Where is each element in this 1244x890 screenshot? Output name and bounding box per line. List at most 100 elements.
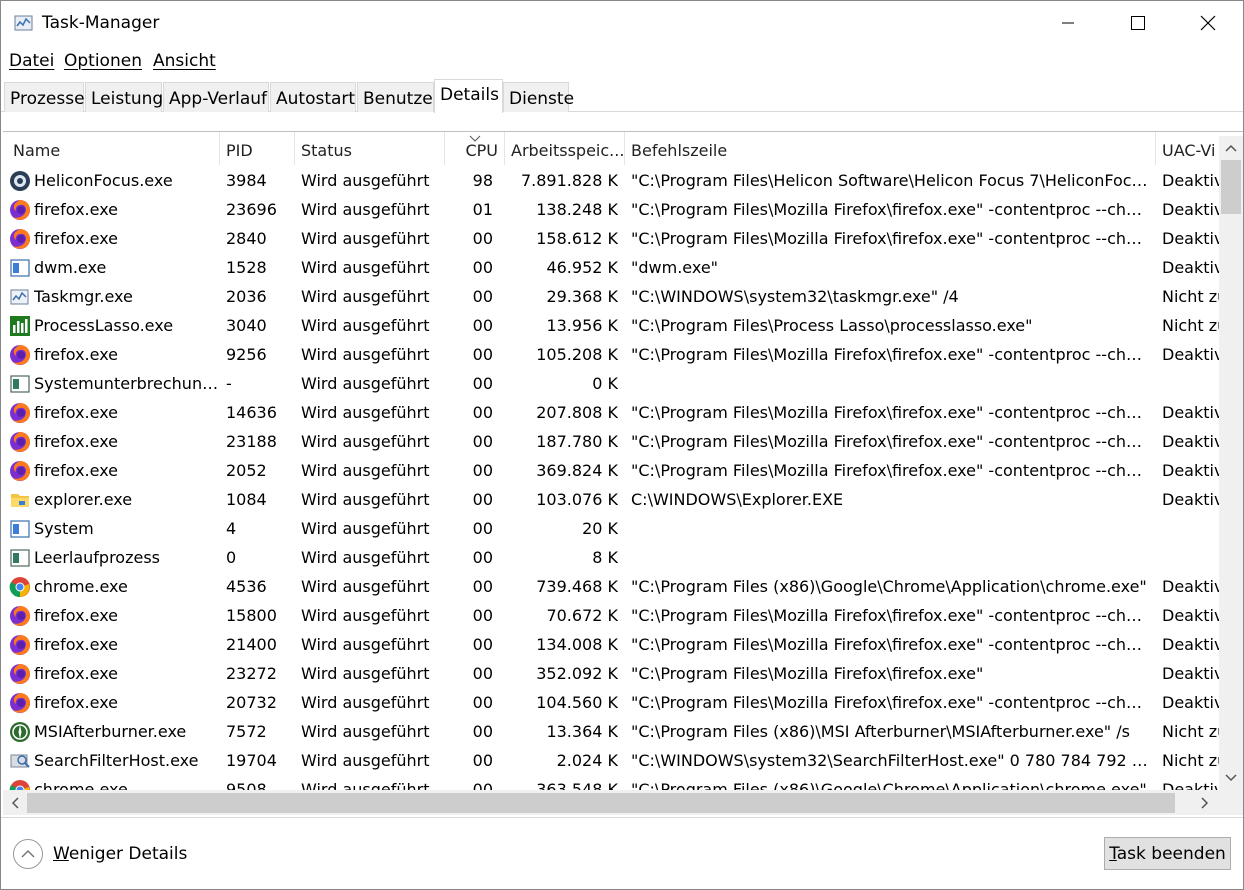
process-status: Wird ausgeführt [301, 780, 430, 790]
process-uac-virtualization: Nicht zulässig [1162, 722, 1219, 741]
column-header-status[interactable]: Status [295, 132, 445, 165]
process-command-line: "C:\Program Files\Mozilla Firefox\firefo… [631, 345, 1151, 364]
process-memory: 29.368 K [546, 287, 618, 306]
tab-app-verlauf[interactable]: App-Verlauf [163, 82, 269, 112]
table-header: Name PID Status CPU Arbeitsspeic... Befe… [3, 132, 1219, 165]
column-header-name[interactable]: Name [3, 132, 220, 165]
scroll-left-button[interactable] [5, 793, 25, 813]
chevron-up-icon [1225, 144, 1237, 152]
process-memory: 0 K [592, 374, 618, 393]
fewer-details-toggle[interactable]: Weniger Details [13, 838, 187, 870]
process-status: Wird ausgeführt [301, 606, 430, 625]
process-uac-virtualization: Deaktiviert [1162, 577, 1219, 596]
process-uac-virtualization: Deaktiviert [1162, 258, 1219, 277]
system-window-icon [9, 547, 31, 569]
table-row[interactable]: explorer.exe 1084 Wird ausgeführt 00 103.076… [3, 485, 1219, 514]
process-cpu: 00 [472, 635, 493, 654]
table-row[interactable]: firefox.exe 2840 Wird ausgeführt 00 158.612 … [3, 224, 1219, 253]
tab-dienste[interactable]: Dienste [503, 82, 574, 112]
collapse-chevron-icon [13, 839, 43, 869]
menu-datei[interactable]: Datei [9, 51, 54, 71]
menu-optionen[interactable]: Optionen [64, 51, 142, 71]
process-command-line [631, 543, 1151, 572]
process-status: Wird ausgeführt [301, 722, 430, 741]
horizontal-scrollbar[interactable] [3, 790, 1219, 815]
process-pid: 2052 [226, 461, 267, 480]
tab-leistung[interactable]: Leistung [85, 82, 163, 112]
process-cpu: 00 [472, 664, 493, 683]
firefox-icon [9, 402, 31, 424]
process-name: Systemunterbrechungen [34, 374, 220, 393]
tab-benutzer[interactable]: Benutzer [357, 82, 440, 112]
process-uac-virtualization: Deaktiviert [1162, 345, 1219, 364]
process-pid: 2840 [226, 229, 267, 248]
firefox-icon [9, 460, 31, 482]
end-task-button[interactable]: Task beenden [1104, 837, 1231, 870]
process-memory: 739.468 K [536, 577, 618, 596]
scroll-up-button[interactable] [1221, 138, 1241, 158]
vertical-scroll-thumb[interactable] [1221, 160, 1241, 214]
table-row[interactable]: dwm.exe 1528 Wird ausgeführt 00 46.952 K "dwm… [3, 253, 1219, 282]
process-uac-virtualization [1162, 543, 1219, 572]
process-status: Wird ausgeführt [301, 287, 430, 306]
table-row[interactable]: System 4 Wird ausgeführt 00 20 K [3, 514, 1219, 543]
tab-details[interactable]: Details [434, 79, 503, 113]
table-row[interactable]: firefox.exe 23272 Wird ausgeführt 00 352.092… [3, 659, 1219, 688]
process-memory: 363.548 K [536, 780, 618, 790]
process-pid: 0 [226, 548, 237, 567]
process-uac-virtualization: Nicht zulässig [1162, 751, 1219, 770]
column-header-uac[interactable]: UAC-Vi [1156, 132, 1219, 165]
process-command-line: "C:\WINDOWS\system32\taskmgr.exe" /4 [631, 287, 959, 306]
tab-autostart[interactable]: Autostart [270, 82, 356, 112]
process-name: chrome.exe [34, 780, 128, 790]
table-row[interactable]: chrome.exe 4536 Wird ausgeführt 00 739.468 K… [3, 572, 1219, 601]
process-cpu: 00 [472, 548, 493, 567]
process-status: Wird ausgeführt [301, 374, 430, 393]
process-pid: 4536 [226, 577, 267, 596]
column-header-command-line[interactable]: Befehlszeile [625, 132, 1156, 165]
menu-ansicht[interactable]: Ansicht [153, 51, 216, 71]
table-row[interactable]: ProcessLasso.exe 3040 Wird ausgeführt 00 13.… [3, 311, 1219, 340]
table-row[interactable]: Leerlaufprozess 0 Wird ausgeführt 00 8 K [3, 543, 1219, 572]
process-cpu: 00 [472, 693, 493, 712]
table-row[interactable]: firefox.exe 23696 Wird ausgeführt 01 138.248… [3, 195, 1219, 224]
table-row[interactable]: chrome.exe 9508 Wird ausgeführt 00 363.548 K… [3, 775, 1219, 790]
table-row[interactable]: firefox.exe 2052 Wird ausgeführt 00 369.824 … [3, 456, 1219, 485]
table-row[interactable]: Taskmgr.exe 2036 Wird ausgeführt 00 29.368 K… [3, 282, 1219, 311]
firefox-icon [9, 634, 31, 656]
table-row[interactable]: firefox.exe 9256 Wird ausgeführt 00 105.208 … [3, 340, 1219, 369]
explorer-folder-icon [9, 489, 31, 511]
column-header-memory[interactable]: Arbeitsspeic... [505, 132, 625, 165]
process-name: HeliconFocus.exe [34, 171, 173, 190]
horizontal-scroll-thumb[interactable] [27, 793, 1175, 813]
tab-prozesse[interactable]: Prozesse [4, 82, 85, 112]
vertical-scrollbar[interactable] [1219, 136, 1243, 790]
process-memory: 20 K [582, 519, 618, 538]
process-command-line: "C:\Program Files\Process Lasso\processl… [631, 316, 1033, 335]
table-row[interactable]: SearchFilterHost.exe 19704 Wird ausgeführt… [3, 746, 1219, 775]
table-row[interactable]: firefox.exe 20732 Wird ausgeführt 00 104.560… [3, 688, 1219, 717]
table-row[interactable]: HeliconFocus.exe 3984 Wird ausgeführt 98 7.8… [3, 166, 1219, 195]
close-icon [1200, 15, 1216, 31]
close-button[interactable] [1173, 1, 1243, 45]
scroll-right-button[interactable] [1195, 793, 1215, 813]
table-row[interactable]: firefox.exe 15800 Wird ausgeführt 00 70.672 … [3, 601, 1219, 630]
table-row[interactable]: Systemunterbrechungen - Wird ausgeführt 00 0… [3, 369, 1219, 398]
process-command-line: "C:\Program Files\Mozilla Firefox\firefo… [631, 635, 1151, 654]
process-status: Wird ausgeführt [301, 229, 430, 248]
table-row[interactable]: firefox.exe 23188 Wird ausgeführt 00 187.780… [3, 427, 1219, 456]
scroll-down-button[interactable] [1221, 768, 1241, 788]
process-uac-virtualization: Deaktiviert [1162, 200, 1219, 219]
process-name: firefox.exe [34, 200, 119, 219]
tab-bar: Prozesse Leistung App-Verlauf Autostart … [1, 79, 1243, 113]
column-header-pid[interactable]: PID [220, 132, 295, 165]
firefox-icon [9, 199, 31, 221]
table-row[interactable]: firefox.exe 21400 Wird ausgeführt 00 134.008… [3, 630, 1219, 659]
title-bar[interactable]: Task-Manager [1, 1, 1243, 45]
table-row[interactable]: firefox.exe 14636 Wird ausgeführt 00 207.808… [3, 398, 1219, 427]
firefox-icon [9, 431, 31, 453]
minimize-button[interactable] [1033, 1, 1103, 45]
process-pid: 4 [226, 519, 237, 538]
maximize-button[interactable] [1103, 1, 1173, 45]
table-row[interactable]: MSIAfterburner.exe 7572 Wird ausgeführt 00 1… [3, 717, 1219, 746]
